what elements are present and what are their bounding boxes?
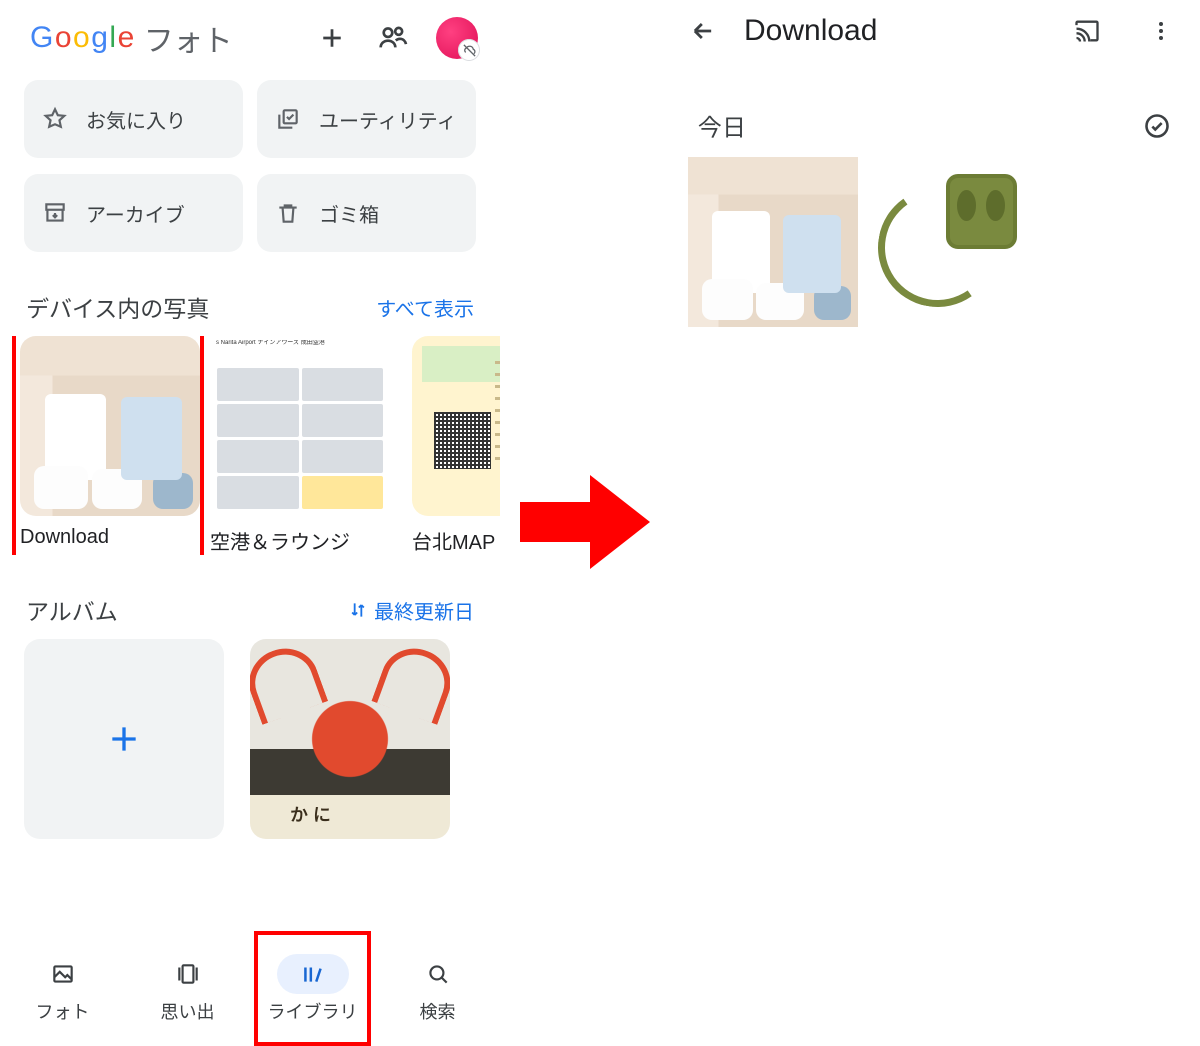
new-album-button[interactable] [24, 639, 224, 839]
arrow-right-icon [520, 467, 650, 577]
add-icon[interactable] [316, 22, 348, 54]
more-icon[interactable] [1146, 16, 1176, 46]
nav-label: フォト [36, 998, 90, 1024]
transition-arrow [500, 0, 670, 1044]
albums-row: か に [0, 639, 500, 839]
sort-label: 最終更新日 [374, 596, 474, 625]
trash-icon [275, 200, 301, 226]
folder-label: 空港＆ラウンジ [210, 526, 398, 555]
sharing-icon[interactable] [376, 22, 408, 54]
photo-item[interactable] [688, 157, 858, 327]
bottom-navigation: フォト 思い出 ライブラリ 検索 [0, 932, 500, 1044]
folder-label: Download [20, 526, 196, 549]
device-folder-download[interactable]: Download [14, 336, 202, 555]
archive-icon [42, 200, 68, 226]
nav-library[interactable]: ライブラリ [250, 933, 375, 1044]
folder-thumbnail [20, 336, 200, 516]
header-actions [316, 17, 478, 59]
device-photos-header: デバイス内の写真 すべて表示 [0, 252, 500, 336]
folder-thumbnail: s Narita Airport ナインアワーズ 成田空港 [210, 336, 390, 516]
photo-item[interactable] [864, 157, 1034, 327]
chip-label: お気に入り [86, 105, 186, 134]
star-icon [42, 106, 68, 132]
app-header: Google フォト [0, 0, 500, 80]
nav-photos[interactable]: フォト [0, 933, 125, 1044]
library-screen: Google フォト お気に入り [0, 0, 500, 1044]
album-caption: か に [290, 801, 331, 827]
folder-label: 台北MAP [412, 526, 500, 555]
google-photos-logo: Google フォト [30, 16, 232, 60]
library-shortcuts: お気に入り ユーティリティ アーカイブ ゴミ箱 [0, 80, 500, 252]
sync-off-badge-icon [458, 39, 480, 61]
memories-icon [175, 961, 201, 987]
date-label: 今日 [698, 108, 746, 143]
photo-grid [670, 157, 1200, 327]
sort-button[interactable]: 最終更新日 [348, 596, 474, 625]
device-folder-airport[interactable]: s Narita Airport ナインアワーズ 成田空港 空港＆ラウンジ [210, 336, 398, 555]
folder-detail-screen: Download 今日 [670, 0, 1200, 1044]
section-title: デバイス内の写真 [26, 290, 209, 324]
show-all-link[interactable]: すべて表示 [376, 293, 474, 322]
chip-label: ユーティリティ [319, 105, 457, 134]
logo-suffix: フォト [144, 16, 233, 60]
nav-search[interactable]: 検索 [375, 933, 500, 1044]
nav-memories[interactable]: 思い出 [125, 933, 250, 1044]
search-icon [425, 961, 451, 987]
album-item[interactable]: か に [250, 639, 450, 839]
detail-header: Download [670, 0, 1200, 62]
trash-button[interactable]: ゴミ箱 [257, 174, 476, 252]
chip-label: ゴミ箱 [319, 199, 379, 228]
device-folders-row: Download s Narita Airport ナインアワーズ 成田空港 空… [0, 336, 500, 555]
account-avatar[interactable] [436, 17, 478, 59]
chip-label: アーカイブ [86, 199, 185, 228]
nav-label: 検索 [420, 998, 456, 1024]
back-button[interactable] [688, 16, 718, 46]
archive-button[interactable]: アーカイブ [24, 174, 243, 252]
utilities-button[interactable]: ユーティリティ [257, 80, 476, 158]
utilities-icon [275, 106, 301, 132]
date-section-header: 今日 [670, 62, 1200, 157]
nav-label: 思い出 [161, 998, 215, 1024]
nav-label: ライブラリ [268, 998, 358, 1024]
library-icon [300, 961, 326, 987]
section-title: アルバム [26, 593, 118, 627]
folder-thumbnail [412, 336, 500, 516]
folder-title: Download [744, 14, 1046, 48]
select-all-icon[interactable] [1142, 111, 1172, 141]
favorites-button[interactable]: お気に入り [24, 80, 243, 158]
albums-header: アルバム 最終更新日 [0, 555, 500, 639]
sort-icon [348, 600, 368, 620]
thumb-caption: s Narita Airport ナインアワーズ 成田空港 [216, 340, 384, 347]
show-all-label: すべて表示 [376, 293, 474, 322]
cast-icon[interactable] [1072, 16, 1102, 46]
photo-icon [50, 961, 76, 987]
device-folder-taipei[interactable]: 台北MAP [412, 336, 500, 555]
